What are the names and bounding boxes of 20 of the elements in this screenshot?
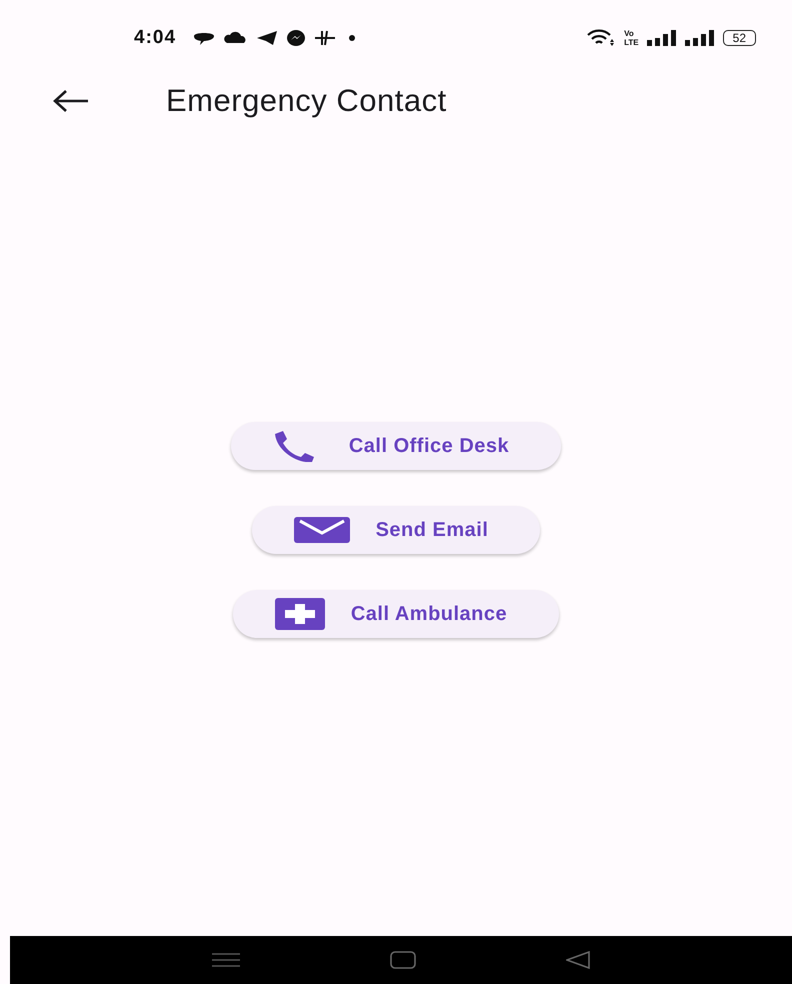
chat-bubble-icon	[192, 30, 216, 46]
action-button[interactable]: Send Email	[252, 506, 540, 554]
send-icon	[256, 30, 278, 46]
back-icon[interactable]	[52, 89, 90, 113]
signal-icon	[684, 30, 715, 46]
signal-icon	[646, 30, 677, 46]
screen-title: Emergency Contact	[166, 82, 447, 120]
battery-level: 52	[722, 30, 756, 46]
home-icon[interactable]	[390, 951, 416, 969]
signal-mark-icon	[314, 29, 336, 47]
action-button[interactable]: Call Office Desk	[230, 422, 562, 470]
network-type-label: Vo LTE	[624, 29, 639, 47]
wifi-icon	[586, 29, 616, 47]
messenger-icon	[286, 29, 306, 47]
envelope-icon	[294, 517, 350, 543]
cloud-icon	[224, 30, 248, 46]
menu-icon[interactable]	[212, 952, 240, 968]
clock-time: 4:04	[134, 26, 176, 50]
medical-cross-icon	[274, 598, 325, 630]
action-button[interactable]: Call Ambulance	[232, 590, 560, 638]
